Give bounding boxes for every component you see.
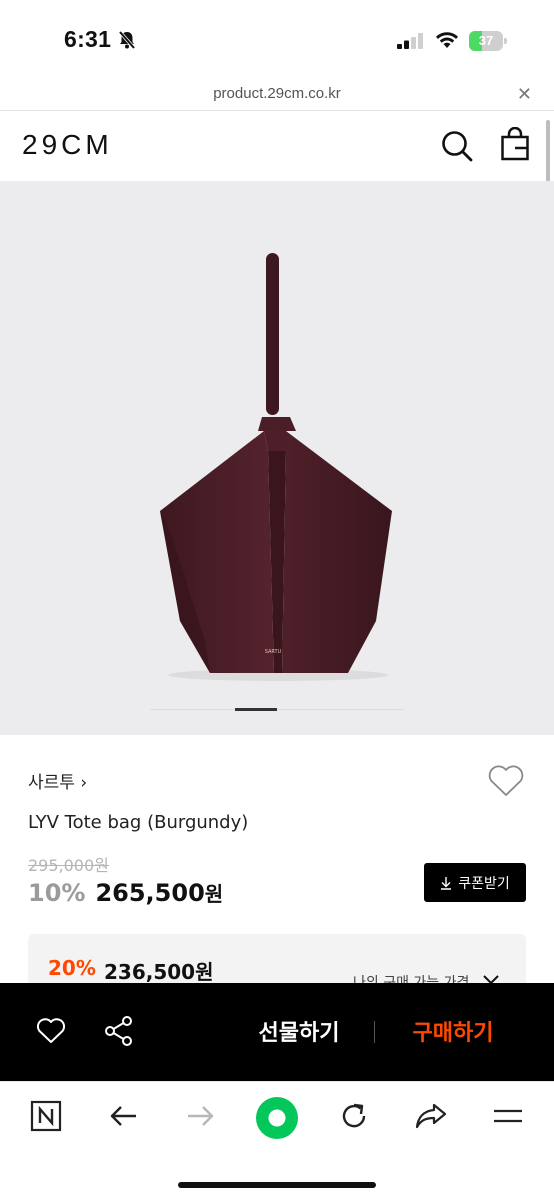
- carousel-track: [150, 709, 404, 710]
- status-bar: 6:31 37: [0, 0, 554, 82]
- purchase-bar: 선물하기 구매하기: [0, 983, 554, 1081]
- cellular-signal-icon: [397, 33, 423, 49]
- site-header: 29CM: [0, 111, 554, 181]
- sale-price: 265,500: [95, 879, 205, 907]
- heart-icon[interactable]: [487, 764, 525, 798]
- download-icon: [441, 876, 452, 890]
- buy-button[interactable]: 구매하기: [390, 1015, 516, 1047]
- currency-label: 원: [204, 882, 224, 906]
- chevron-right-icon: ›: [80, 773, 88, 793]
- battery-indicator: 37: [469, 31, 507, 51]
- close-icon[interactable]: ✕: [517, 84, 532, 105]
- purchase-divider: [374, 1021, 375, 1043]
- discount-rate: 10%: [28, 879, 86, 907]
- site-logo[interactable]: 29CM: [22, 129, 113, 161]
- carousel-indicator: [235, 708, 277, 711]
- wifi-icon: [436, 32, 458, 48]
- menu-icon[interactable]: [492, 1100, 524, 1132]
- status-time: 6:31: [64, 26, 112, 52]
- url-bar[interactable]: product.29cm.co.kr ✕: [0, 82, 554, 110]
- product-image-carousel[interactable]: SARTU: [0, 181, 554, 735]
- back-arrow-icon[interactable]: [108, 1100, 140, 1132]
- battery-percent: 37: [478, 33, 494, 48]
- share-arrow-icon[interactable]: [414, 1100, 448, 1132]
- member-discount-rate: 20%: [48, 956, 96, 980]
- coupon-button[interactable]: 쿠폰받기: [424, 863, 526, 902]
- member-price: 236,500원: [104, 960, 214, 984]
- brand-link[interactable]: 사르투 ›: [28, 768, 87, 793]
- forward-arrow-icon[interactable]: [184, 1100, 216, 1132]
- share-icon[interactable]: [103, 1015, 135, 1047]
- green-dot-icon[interactable]: [255, 1096, 299, 1140]
- brand-name[interactable]: 사르투: [28, 773, 75, 793]
- search-icon[interactable]: [440, 129, 474, 163]
- coupon-label[interactable]: 쿠폰받기: [458, 873, 510, 893]
- reload-icon[interactable]: [338, 1100, 370, 1132]
- naver-n-icon[interactable]: [30, 1100, 62, 1132]
- original-price: 295,000원: [28, 856, 109, 875]
- product-name: LYV Tote bag (Burgundy): [28, 812, 249, 833]
- gift-button[interactable]: 선물하기: [236, 1015, 362, 1047]
- wishlist-heart-icon[interactable]: [36, 1017, 66, 1045]
- bag-emboss-text: SARTU: [265, 649, 282, 655]
- home-indicator: [178, 1182, 376, 1188]
- price-row: 10% 265,500 원: [28, 878, 223, 907]
- product-photo: SARTU: [160, 253, 392, 681]
- browser-toolbar: [0, 1081, 554, 1200]
- bell-muted-icon: [118, 30, 136, 50]
- url-text[interactable]: product.29cm.co.kr: [0, 85, 554, 102]
- shopping-bag-icon[interactable]: [500, 127, 530, 163]
